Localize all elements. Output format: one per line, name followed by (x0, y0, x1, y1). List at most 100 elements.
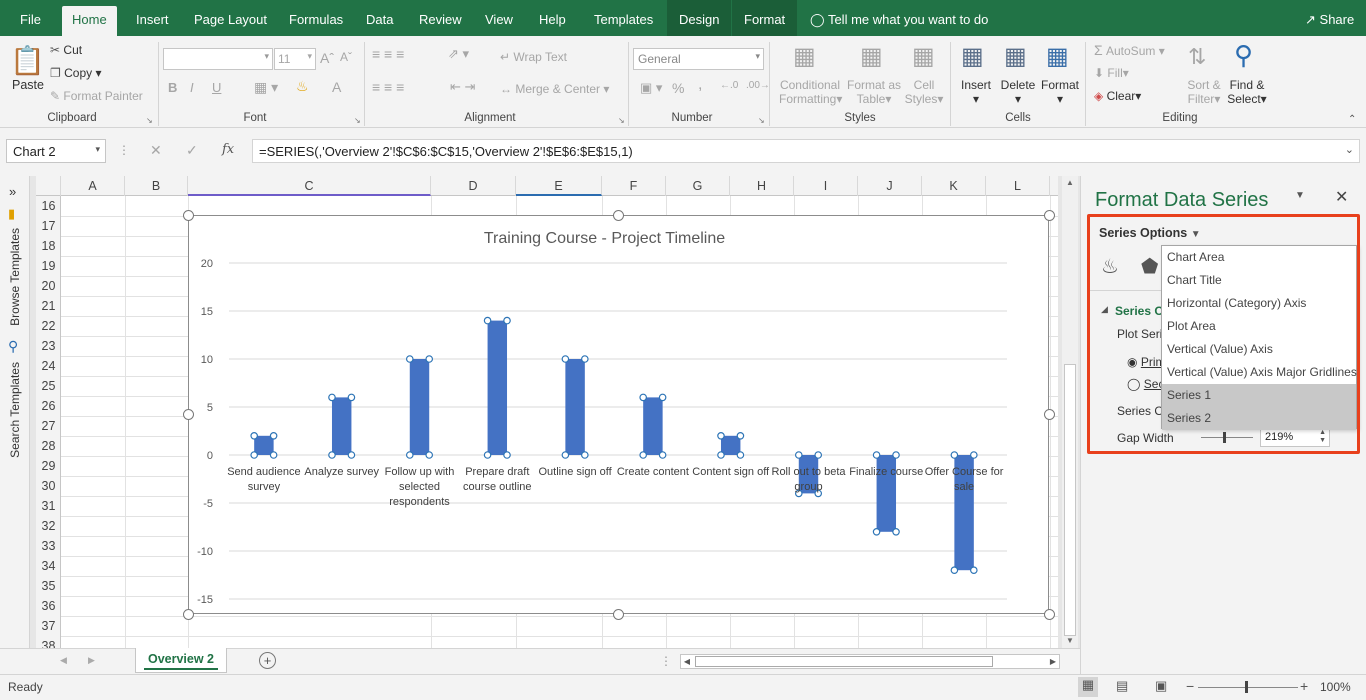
chart-resize-handle[interactable] (182, 209, 194, 221)
row-header-cell[interactable]: 16 (36, 196, 60, 216)
row-header-cell[interactable]: 32 (36, 516, 60, 536)
prev-sheet-arrow-icon[interactable]: ◀ (60, 655, 67, 666)
dropdown-item-chart-title[interactable]: Chart Title (1162, 269, 1356, 292)
format-painter-button[interactable]: ✎ Format Painter (50, 89, 143, 103)
autosum-button[interactable]: Σ AutoSum ▾ (1094, 42, 1165, 58)
tab-review[interactable]: Review (419, 0, 462, 36)
tab-formulas[interactable]: Formulas (289, 0, 343, 36)
column-header-cell[interactable]: K (922, 176, 986, 196)
clear-button[interactable]: ◈ Clear▾ (1094, 89, 1141, 103)
delete-cells-button[interactable]: Delete ▾ (998, 78, 1038, 106)
dropdown-item-vertical-gridlines[interactable]: Vertical (Value) Axis Major Gridlines (1162, 361, 1357, 384)
chart-bar[interactable] (643, 397, 663, 455)
italic-button[interactable]: I (190, 80, 194, 95)
dropdown-item-series-2[interactable]: Series 2 (1162, 407, 1356, 430)
column-header-cell[interactable]: H (730, 176, 794, 196)
row-header-cell[interactable]: 20 (36, 276, 60, 296)
grow-font-icon[interactable]: Aˆ (320, 50, 334, 66)
chart-object[interactable]: Training Course - Project Timeline 20 15 10… (188, 215, 1049, 614)
tab-file[interactable]: File (20, 0, 41, 36)
close-icon[interactable]: ✕ (1335, 187, 1348, 207)
formula-input[interactable]: =SERIES(,'Overview 2'!$C$6:$C$15,'Overvi… (252, 139, 1360, 163)
font-color-button[interactable]: A (332, 79, 341, 95)
column-header-cell[interactable]: G (666, 176, 730, 196)
folder-icon[interactable]: ▮ (8, 206, 15, 222)
row-header-cell[interactable]: 28 (36, 436, 60, 456)
chart-bar[interactable] (720, 435, 741, 455)
vertical-scrollbar[interactable]: ▲ ▼ (1062, 176, 1078, 648)
column-header-cell[interactable]: L (986, 176, 1050, 196)
series-options-dropdown[interactable]: Series Options ▼ (1099, 226, 1201, 240)
format-cells-button[interactable]: Format ▾ (1039, 78, 1081, 106)
scroll-up-arrow-icon[interactable]: ▲ (1066, 178, 1074, 187)
find-select-button[interactable]: Find & Select▾ (1226, 78, 1268, 106)
row-header-cell[interactable]: 26 (36, 396, 60, 416)
expand-chevron-icon[interactable]: » (9, 184, 16, 199)
row-header-cell[interactable]: 36 (36, 596, 60, 616)
chart-bar[interactable] (487, 320, 508, 455)
zoom-slider[interactable] (1198, 687, 1298, 688)
row-header-cell[interactable]: 33 (36, 536, 60, 556)
page-break-view-icon[interactable]: ▣ (1155, 678, 1167, 694)
confirm-entry-icon[interactable]: ✓ (186, 142, 198, 159)
chart-title[interactable]: Training Course - Project Timeline (484, 230, 725, 247)
chart-resize-handle[interactable] (182, 409, 194, 420)
row-header-cell[interactable]: 23 (36, 336, 60, 356)
insert-function-button[interactable]: fx (222, 142, 234, 157)
cell-styles-button[interactable]: Cell Styles▾ (903, 78, 945, 106)
chart-resize-handle[interactable] (613, 209, 624, 221)
font-size-box[interactable]: 11 ▾ (274, 48, 316, 70)
wrap-text-button[interactable]: ↵ Wrap Text (500, 50, 567, 64)
comma-button[interactable]: , (698, 76, 702, 94)
fill-color-icon[interactable]: ♨ (296, 78, 309, 95)
zoom-in-button[interactable]: + (1300, 678, 1308, 694)
launcher-icon[interactable]: ↘ (618, 116, 625, 125)
chart-bar[interactable] (254, 435, 274, 455)
zoom-out-button[interactable]: − (1186, 678, 1194, 694)
borders-icon[interactable]: ▦ ▾ (254, 79, 278, 96)
format-as-table-button[interactable]: Format as Table▾ (846, 78, 902, 106)
tab-home[interactable]: Home (62, 6, 117, 36)
font-name-box[interactable]: ▾ (163, 48, 273, 70)
collapse-ribbon-icon[interactable]: ⌃ (1348, 114, 1356, 125)
bold-button[interactable]: B (168, 80, 177, 95)
launcher-icon[interactable]: ↘ (354, 116, 361, 125)
share-button[interactable]: ↗ Share (1305, 0, 1354, 36)
pane-options-chevron-icon[interactable]: ▼ (1295, 190, 1305, 201)
tell-me-box[interactable]: ◯ Tell me what you want to do (810, 0, 988, 36)
row-header-cell[interactable]: 19 (36, 256, 60, 276)
accounting-icon[interactable]: ▣ ▾ (640, 80, 662, 96)
increase-decimal-icon[interactable]: ←.0 (720, 80, 738, 91)
spinner-arrows-icon[interactable]: ▲ ▼ (1319, 429, 1326, 445)
sort-filter-button[interactable]: Sort & Filter▾ (1184, 78, 1224, 106)
scroll-down-arrow-icon[interactable]: ▼ (1066, 636, 1074, 645)
tab-design[interactable]: Design (667, 0, 732, 36)
column-header-cell[interactable]: C (188, 176, 431, 196)
row-header-cell[interactable]: 27 (36, 416, 60, 436)
secondary-axis-radio[interactable]: ◯ Sec (1127, 377, 1164, 391)
name-box[interactable]: Chart 2 ▾ (6, 139, 106, 163)
tab-data[interactable]: Data (366, 0, 393, 36)
splitter-dots-icon[interactable]: ⋮ (660, 654, 672, 668)
vertical-scroll-thumb[interactable] (1064, 364, 1076, 636)
cut-button[interactable]: ✂ Cut (50, 43, 82, 57)
row-header-cell[interactable]: 29 (36, 456, 60, 476)
normal-view-icon[interactable]: ▦ (1078, 677, 1098, 697)
effects-pentagon-icon[interactable]: ⬟ (1141, 254, 1158, 279)
tab-format[interactable]: Format (732, 0, 798, 36)
dropdown-item-chart-area[interactable]: Chart Area (1162, 246, 1356, 269)
row-header-cell[interactable]: 37 (36, 616, 60, 636)
copy-button[interactable]: ❐ Copy ▾ (50, 66, 101, 80)
column-header-cell[interactable]: I (794, 176, 858, 196)
horizontal-scroll-thumb[interactable] (695, 656, 993, 667)
sheet-tab-overview-2[interactable]: Overview 2 (135, 648, 227, 673)
row-header-cell[interactable]: 38 (36, 636, 60, 648)
launcher-icon[interactable]: ↘ (758, 116, 765, 125)
column-header-cell[interactable]: J (858, 176, 922, 196)
series-options-section-header[interactable]: Series O (1115, 304, 1164, 318)
chart-resize-handle[interactable] (1043, 608, 1055, 620)
row-header-cell[interactable]: 31 (36, 496, 60, 516)
horizontal-scrollbar[interactable]: ◀ ▶ (680, 654, 1060, 669)
scroll-right-arrow-icon[interactable]: ▶ (1047, 655, 1059, 668)
row-header-cell[interactable]: 30 (36, 476, 60, 496)
